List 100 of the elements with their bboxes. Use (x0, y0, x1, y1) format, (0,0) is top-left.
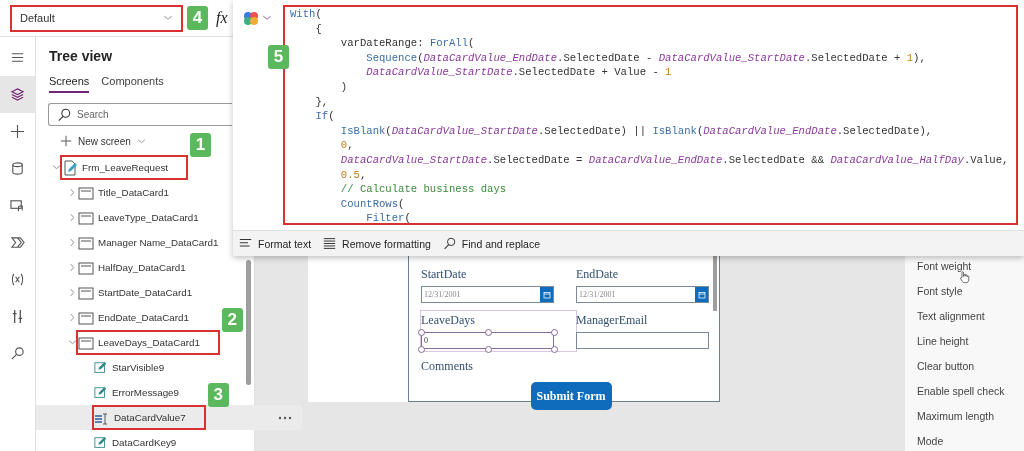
code-line: // Calculate business days (339, 182, 508, 197)
chevron-right-icon (67, 188, 77, 197)
property-item[interactable]: Maximum length (905, 403, 1024, 428)
text-input-icon (94, 410, 110, 425)
add-icon (10, 124, 25, 139)
tree-item[interactable]: StartDate_DataCard1 (78, 282, 199, 303)
layers-icon (10, 87, 25, 102)
field-label: StartDate (421, 267, 468, 282)
property-item[interactable]: Font style (905, 278, 1024, 303)
edit-icon (94, 435, 108, 450)
code-line: DataCardValue_StartDate.SelectedDate + Value - 1 (365, 65, 673, 80)
menu-icon (10, 50, 25, 65)
code-line: With( (290, 7, 323, 22)
submit-button[interactable]: Submit Form (530, 382, 612, 410)
property-item[interactable]: Font weight (905, 253, 1024, 278)
toolbar-button[interactable]: Format text (239, 237, 312, 250)
code-line: { (314, 21, 323, 37)
tab[interactable]: Components (101, 75, 164, 93)
tree-item[interactable]: LeaveType_DataCard1 (78, 207, 205, 228)
tree-item[interactable]: DataCardKey9 (94, 432, 183, 451)
callout-badge: 2 (221, 308, 243, 332)
property-dropdown[interactable]: Default (10, 4, 183, 32)
chevron-right-icon (67, 213, 77, 222)
tree-item[interactable]: HalfDay_DataCard1 (78, 257, 192, 278)
search-icon (10, 346, 25, 361)
calendar-icon (697, 290, 706, 299)
chevron-down-icon (163, 13, 173, 23)
date-field[interactable]: 12/31/2001 (421, 286, 554, 303)
chevron-right-icon (67, 288, 77, 297)
chevron-down-icon (51, 163, 61, 172)
tools-icon (10, 309, 25, 324)
card-icon (78, 185, 94, 200)
database-icon (10, 161, 25, 176)
callout-badge: 4 (187, 6, 208, 30)
search-field[interactable]: Search (48, 103, 232, 126)
edit-icon (94, 360, 108, 375)
callout-badge: 5 (268, 45, 289, 69)
tree-item[interactable]: ErrorMessage9 (94, 382, 185, 403)
scrollbar[interactable] (246, 260, 251, 385)
code-line: }, (314, 94, 330, 110)
field-label: LeaveDays (421, 313, 476, 328)
tab[interactable]: Screens (49, 75, 90, 93)
code-line: Sequence(DataCardValue_EndDate.SelectedDate - DataCardValue_StartDate.SelectedDate + 1), (365, 50, 927, 66)
lines-icon (323, 237, 337, 250)
calendar-icon (542, 290, 551, 299)
property-item[interactable]: Text alignment (905, 303, 1024, 328)
chevron-down-icon (262, 13, 272, 23)
card-icon (78, 310, 94, 325)
edit-icon (94, 385, 108, 400)
property-item[interactable]: Enable spell check (905, 378, 1024, 403)
field-label: ManagerEmail (576, 313, 649, 328)
code-line: 0, (339, 138, 355, 153)
code-line: ) (339, 79, 349, 95)
property-item[interactable]: Line height (905, 328, 1024, 353)
field-label: Comments (421, 359, 474, 374)
card-icon (78, 260, 94, 275)
tree-item[interactable]: Title_DataCard1 (78, 182, 175, 203)
more-icon (278, 416, 292, 420)
tree-item[interactable]: Manager Name_DataCard1 (78, 232, 225, 253)
callout-badge: 3 (207, 383, 229, 407)
media-icon (10, 198, 25, 213)
card-icon (78, 335, 94, 350)
code-line: CountRows( (339, 196, 406, 212)
text-field[interactable] (576, 332, 709, 349)
code-line: varDateRange: ForAll( (339, 36, 476, 51)
add-icon (60, 135, 72, 147)
property-item[interactable]: Mode (905, 428, 1024, 451)
field-label: EndDate (576, 267, 619, 282)
card-icon (78, 210, 94, 225)
panel-title: Tree view (49, 48, 113, 64)
code-line: Filter( (365, 211, 412, 223)
code-line: DataCardValue_StartDate.SelectedDate = DataCardValue_EndDate.SelectedDate && DataCardValue_HalfDay.Value, (339, 152, 1010, 168)
chevron-right-icon (67, 313, 77, 322)
property-item[interactable]: Clear button (905, 353, 1024, 378)
toolbar-button[interactable]: Remove formatting (323, 237, 431, 250)
code-line: 0.5, (339, 167, 368, 183)
callout-badge: 1 (190, 133, 212, 157)
logo-icon (243, 10, 259, 26)
flow-icon (10, 235, 25, 250)
rail-button[interactable] (0, 76, 35, 113)
variable-icon (10, 272, 25, 287)
search-icon (57, 107, 71, 122)
scrollbar[interactable] (713, 256, 717, 311)
card-icon (78, 235, 94, 250)
code-line: If( (314, 109, 336, 124)
search-icon (442, 237, 456, 250)
chevron-right-icon (67, 238, 77, 247)
date-field[interactable]: 12/31/2001 (576, 286, 709, 303)
card-icon (78, 285, 94, 300)
tree-item[interactable]: EndDate_DataCard1 (78, 307, 195, 328)
formula-label: fx (216, 9, 228, 27)
format-icon (239, 237, 252, 250)
tree-item[interactable]: StarVisible9 (94, 357, 171, 378)
chevron-down-icon (67, 338, 77, 347)
chevron-right-icon (67, 263, 77, 272)
chevron-down-icon (136, 136, 146, 146)
code-line: IsBlank(DataCardValue_StartDate.SelectedDate) || IsBlank(DataCardValue_EndDate.SelectedDate), (339, 123, 934, 139)
toolbar-button[interactable]: Find and replace (442, 237, 541, 250)
code-editor[interactable] (283, 5, 1018, 225)
edit-form-icon (62, 159, 78, 176)
